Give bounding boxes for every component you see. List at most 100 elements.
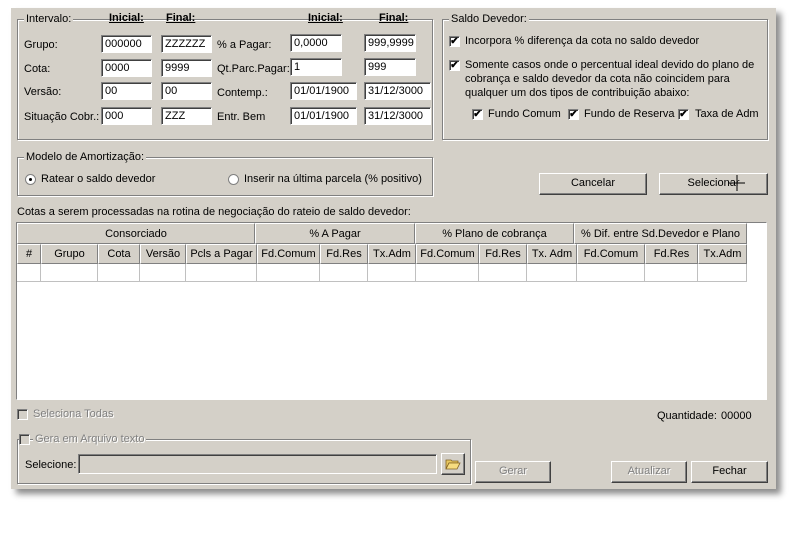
browse-folder-button[interactable] (441, 453, 465, 475)
column-header-plano-fd-comum[interactable]: Fd.Comum (416, 244, 479, 264)
column-header-dif-tx-adm[interactable]: Tx.Adm (698, 244, 747, 264)
versao-label: Versão: (24, 86, 62, 98)
folder-open-icon (445, 459, 461, 470)
entr-bem-inicial-input[interactable]: 01/01/1900 (290, 107, 357, 125)
column-header-grupo[interactable]: Grupo (41, 244, 98, 264)
cota-inicial-input[interactable]: 0000 (101, 59, 152, 77)
cota-label: Cota: (24, 63, 51, 75)
qt-parc-inicial-input[interactable]: 1 (290, 58, 342, 76)
fundo-reserva-label: Fundo de Reserva (584, 108, 675, 120)
header-inicial-1: Inicial: (109, 12, 144, 24)
versao-final-input[interactable]: 00 (161, 82, 212, 100)
table-cell[interactable] (698, 264, 747, 282)
fundo-comum-label: Fundo Comum (488, 108, 561, 120)
grupo-final-input[interactable]: ZZZZZZ (161, 35, 212, 53)
fechar-button[interactable]: Fechar (691, 461, 768, 483)
table-cell[interactable] (416, 264, 479, 282)
selecione-label: Selecione: (25, 459, 77, 471)
ratear-radio[interactable] (25, 174, 36, 185)
ratear-radio-dot (29, 178, 32, 181)
column-header-cota[interactable]: Cota (98, 244, 140, 264)
quantidade-label: Quantidade: (657, 410, 717, 422)
contemp-label: Contemp.: (217, 87, 268, 99)
fundo-comum-checkbox[interactable]: ✔ (472, 109, 483, 120)
table-cell[interactable] (140, 264, 186, 282)
incorpora-checkbox[interactable]: ✔ (449, 36, 460, 47)
fundo-reserva-checkbox[interactable]: ✔ (568, 109, 579, 120)
quantidade-value: 00000 (721, 410, 752, 422)
gera-arquivo-checkbox[interactable] (19, 434, 30, 445)
contemp-inicial-input[interactable]: 01/01/1900 (290, 82, 357, 100)
pct-pagar-final-input[interactable]: 999,9999 (364, 34, 416, 52)
table-cell[interactable] (320, 264, 368, 282)
group-header-dif-saldo-plano: % Dif. entre Sd.Devedor e Plano (574, 223, 747, 244)
header-final-1: Final: (166, 12, 196, 24)
ratear-label: Ratear o saldo devedor (41, 173, 156, 185)
crosshair-cursor-icon (729, 175, 745, 191)
table-cell[interactable] (479, 264, 527, 282)
gerar-button[interactable]: Gerar (475, 461, 551, 483)
table-cell[interactable] (368, 264, 416, 282)
column-header-plano-fd-res[interactable]: Fd.Res (479, 244, 527, 264)
atualizar-button[interactable]: Atualizar (611, 461, 687, 483)
gera-arquivo-label: Gera em Arquivo texto (33, 433, 147, 445)
column-header-dif-fd-comum[interactable]: Fd.Comum (577, 244, 645, 264)
table-cell[interactable] (98, 264, 140, 282)
header-final-2: Final: (379, 12, 409, 24)
qt-parc-label: Qt.Parc.Pagar: (217, 63, 290, 75)
cancelar-button[interactable]: Cancelar (539, 173, 647, 195)
column-header-versao[interactable]: Versão (140, 244, 186, 264)
inserir-radio[interactable] (228, 174, 239, 185)
header-inicial-2: Inicial: (308, 12, 343, 24)
table-cell[interactable] (186, 264, 257, 282)
group-header-plano-cobranca: % Plano de cobrança (415, 223, 574, 244)
somente-label-line-3: qualquer um dos tipos de contribuição ab… (465, 87, 690, 99)
table-cell[interactable] (645, 264, 698, 282)
column-header-pagar-tx-adm[interactable]: Tx.Adm (368, 244, 416, 264)
saldo-devedor-legend: Saldo Devedor: (449, 13, 529, 25)
entr-bem-label: Entr. Bem (217, 111, 266, 123)
qt-parc-final-input[interactable]: 999 (364, 58, 416, 76)
taxa-adm-label: Taxa de Adm (695, 108, 759, 120)
situacao-label: Situação Cobr.: (24, 111, 100, 123)
pct-pagar-inicial-input[interactable]: 0,0000 (290, 34, 342, 52)
group-header-consorciado: Consorciado (17, 223, 255, 244)
selecione-input[interactable] (78, 454, 437, 474)
table-cell[interactable] (17, 264, 41, 282)
incorpora-label: Incorpora % diferença da cota no saldo d… (465, 35, 700, 47)
taxa-adm-checkbox[interactable]: ✔ (678, 109, 689, 120)
seleciona-todas-label: Seleciona Todas (33, 408, 114, 420)
dialog-window: Intervalo: Inicial: Final: Inicial: Fina… (11, 8, 776, 489)
entr-bem-final-input[interactable]: 31/12/3000 (364, 107, 431, 125)
cota-final-input[interactable]: 9999 (161, 59, 212, 77)
selecionar-button[interactable]: Selecionar (659, 173, 768, 195)
table-cell[interactable] (527, 264, 577, 282)
group-header-pct-a-pagar: % A Pagar (255, 223, 415, 244)
column-header-index[interactable]: # (17, 244, 41, 264)
inserir-label: Inserir na última parcela (% positivo) (244, 173, 422, 185)
amortizacao-legend: Modelo de Amortização: (24, 151, 147, 163)
column-header-dif-fd-res[interactable]: Fd.Res (645, 244, 698, 264)
somente-label-line-2: cobrança e saldo devedor da cota não coi… (465, 73, 730, 85)
table-cell[interactable] (577, 264, 645, 282)
table-cell[interactable] (41, 264, 98, 282)
seleciona-todas-checkbox[interactable] (17, 409, 28, 420)
grupo-label: Grupo: (24, 39, 58, 51)
intervalo-legend: Intervalo: (24, 13, 74, 25)
column-header-pagar-fd-res[interactable]: Fd.Res (320, 244, 368, 264)
column-header-pcls-pagar[interactable]: Pcls a Pagar (186, 244, 257, 264)
somente-checkbox[interactable]: ✔ (449, 60, 460, 71)
column-header-plano-tx-adm[interactable]: Tx. Adm (527, 244, 577, 264)
table-cell[interactable] (257, 264, 320, 282)
grid-caption: Cotas a serem processadas na rotina de n… (17, 206, 411, 218)
somente-label-line-1: Somente casos onde o percentual ideal de… (465, 59, 755, 71)
grupo-inicial-input[interactable]: 000000 (101, 35, 152, 53)
situacao-final-input[interactable]: ZZZ (161, 107, 212, 125)
contemp-final-input[interactable]: 31/12/3000 (364, 82, 431, 100)
cotas-grid[interactable]: Consorciado % A Pagar % Plano de cobranç… (16, 222, 767, 400)
column-header-pagar-fd-comum[interactable]: Fd.Comum (257, 244, 320, 264)
situacao-inicial-input[interactable]: 000 (101, 107, 152, 125)
versao-inicial-input[interactable]: 00 (101, 82, 152, 100)
pct-pagar-label: % a Pagar: (217, 39, 272, 51)
table-row[interactable] (17, 264, 747, 282)
